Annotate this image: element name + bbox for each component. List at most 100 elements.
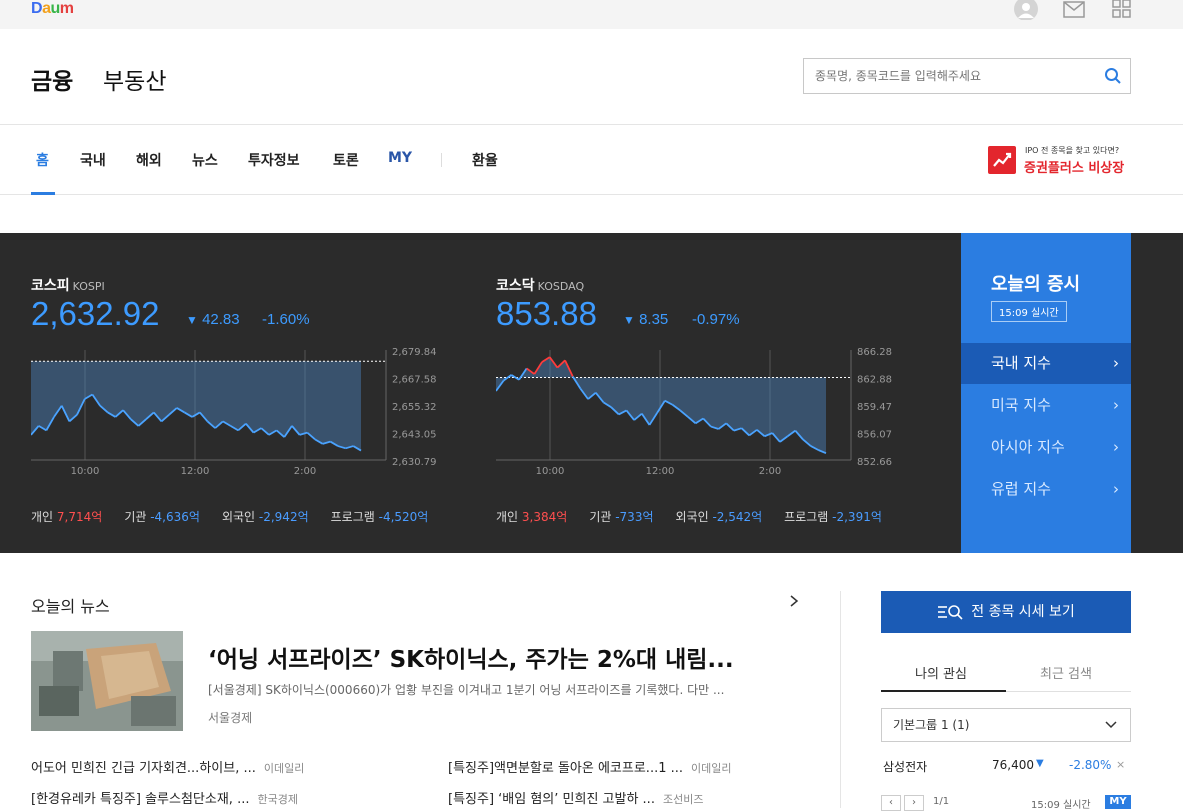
investor-value: -2,542억 [712,510,763,524]
kosdaq-code: KOSDAQ [537,280,585,293]
y-tick-label: 2,643.05 [392,430,437,441]
news-headline[interactable]: ‘어닝 서프라이즈’ SK하이닉스, 주가는 2%대 내림... [208,640,734,674]
y-tick-label: 2,630.79 [392,457,437,468]
nav-home[interactable]: 홈 [36,150,49,170]
today-item-label: 국내 지수 [991,354,1051,372]
mail-icon[interactable] [1063,1,1085,21]
nav-my[interactable]: MY [388,150,412,166]
news-list-item[interactable]: [한경유레카 특징주] 솔루스첨단소재, ... 한국경제 [31,788,298,807]
today-item-label: 아시아 지수 [991,438,1065,456]
my-button[interactable]: MY [1105,795,1131,809]
investor-value: 3,384억 [521,510,568,524]
finance-title[interactable]: 금융 [31,62,73,96]
realtime-badge: 15:09 실시간 [991,301,1067,322]
close-icon[interactable]: × [1116,758,1125,771]
today-item-us[interactable]: 미국 지수 › [961,385,1131,426]
chevron-right-icon: › [1113,354,1119,372]
chart-up-icon [988,146,1016,174]
news-list-item[interactable]: 어도어 민희진 긴급 기자회견...하이브, ... 이데일리 [31,757,304,776]
today-item-europe[interactable]: 유럽 지수 › [961,469,1131,510]
watch-stock-name[interactable]: 삼성전자 [883,758,927,775]
nav-investment-info[interactable]: 투자정보 [248,150,300,170]
chevron-down-icon [1105,721,1117,729]
logo-letter-a: a [42,0,51,17]
tab-recent-search[interactable]: 최근 검색 [1040,663,1092,682]
news-thumbnail[interactable] [31,631,183,731]
all-stocks-label: 전 종목 시세 보기 [971,604,1075,620]
realestate-title[interactable]: 부동산 [103,62,166,96]
ad-title: 증권플러스 비상장 [1024,161,1125,176]
daum-logo[interactable]: Daum [31,0,74,18]
news-source: 서울경제 [208,711,253,725]
nav-discussion[interactable]: 토론 [333,150,359,170]
kospi-value: 2,632.92 [31,295,160,332]
y-tick-label: 866.28 [857,347,892,358]
kosdaq-change: ▼ 8.35 [623,311,668,328]
header: 금융 부동산 [0,29,1183,125]
news-item-source: 조선비즈 [662,793,704,806]
investor-value: -2,942억 [258,510,309,524]
investor-value: -4,636억 [150,510,200,524]
news-item-source: 한국경제 [257,793,298,806]
news-list-item[interactable]: [특징주]액면분할로 돌아온 에코프로...1 ... 이데일리 [448,757,732,776]
today-item-asia[interactable]: 아시아 지수 › [961,427,1131,468]
all-stocks-button[interactable]: 전 종목 시세 보기 [881,591,1131,633]
kospi-chart[interactable]: 2,679.84 2,667.58 2,655.32 2,643.05 2,630.79… [31,345,441,485]
investor-item: 기관 -733억 [589,510,653,524]
investor-value: -2,391억 [832,510,882,524]
down-triangle-icon: ▼ [186,313,198,327]
down-triangle-icon: ▼ [623,313,635,327]
nav-domestic[interactable]: 국내 [80,150,106,170]
group-select[interactable]: 기본그룹 1 (1) [881,708,1131,742]
nav-exchange-rate[interactable]: 환율 [472,150,498,170]
apps-grid-icon[interactable] [1112,0,1132,20]
market-panel: 코스피 KOSPI 2,632.92 ▼ 42.83 -1.60% 2,679.8… [0,233,1183,553]
profile-icon[interactable] [1013,0,1039,20]
investor-label: 프로그램 [330,510,379,524]
investor-item: 외국인 -2,942억 [222,510,309,524]
realtime-label: 15:09 실시간 [1031,800,1091,811]
news-item-source: 이데일리 [263,762,305,775]
tab-my-watch[interactable]: 나의 관심 [915,663,967,682]
investor-item: 개인 3,384억 [496,510,567,524]
today-market-panel: 오늘의 증시 15:09 실시간 국내 지수 › 미국 지수 › 아시아 지수 › 유… [961,233,1131,553]
prev-page-button[interactable]: ‹ [881,795,901,811]
watch-row[interactable]: 삼성전자 76,400 ▼ -2.80% × [881,758,1131,778]
page-indicator: 1/1 [933,796,950,807]
news-item-title: [한경유레카 특징주] 솔루스첨단소재, ... [31,792,250,807]
search-input[interactable] [804,59,1084,93]
search-box [803,58,1131,94]
investor-label: 기관 [589,510,616,524]
kosdaq-change-pct: -0.97% [692,311,740,328]
kosdaq-chart[interactable]: 866.28 862.88 859.47 856.07 852.66 10:00 12:00… [496,345,906,485]
investor-label: 개인 [31,510,57,524]
kospi-name: 코스피 [31,278,70,294]
nav-news[interactable]: 뉴스 [192,150,218,170]
kospi-change-pct: -1.60% [262,311,310,328]
kospi-code: KOSPI [72,280,105,293]
next-page-button[interactable]: › [904,795,924,811]
y-tick-label: 2,679.84 [392,347,437,358]
down-triangle-icon: ▼ [1036,758,1044,769]
today-item-label: 유럽 지수 [991,480,1051,498]
top-bar: Daum [0,0,1183,29]
investor-value: -733억 [615,510,654,524]
watch-pager: ‹ › 1/1 15:09 실시간 MY [881,795,1131,811]
search-icon[interactable] [1104,67,1122,85]
nav-overseas[interactable]: 해외 [136,150,162,170]
logo-letter-u: u [50,0,60,17]
news-item-source: 이데일리 [691,762,732,775]
y-tick-label: 2,655.32 [392,402,437,413]
watch-stock-pct: -2.80% [1069,758,1112,772]
y-tick-label: 2,667.58 [392,375,437,386]
x-tick-label: 12:00 [181,466,210,477]
investor-item: 외국인 -2,542억 [676,510,763,524]
x-tick-label: 2:00 [294,466,316,477]
group-select-value: 기본그룹 1 (1) [893,718,970,732]
today-item-domestic[interactable]: 국내 지수 › [961,343,1131,384]
news-summary[interactable]: [서울경제] SK하이닉스(000660)가 업황 부진을 이겨내고 1분기 어… [208,681,798,698]
news-list-item[interactable]: [특징주] ‘배임 혐의’ 민희진 고발하 ... 조선비즈 [448,788,703,807]
y-tick-label: 852.66 [857,457,892,468]
investor-label: 개인 [496,510,522,524]
chevron-right-icon[interactable] [787,592,801,610]
